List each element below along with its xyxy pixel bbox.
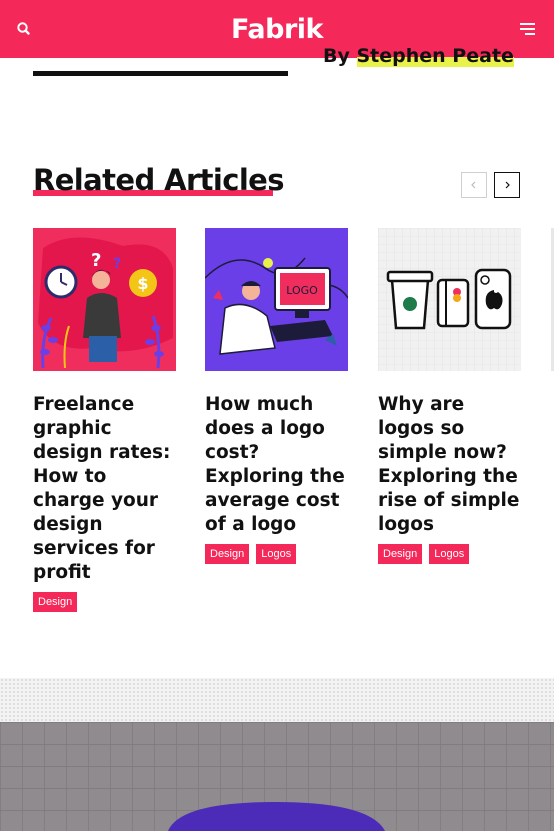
tag-list: Design Logos [378, 544, 521, 564]
tag-design[interactable]: Design [33, 592, 78, 612]
byline-prefix: By [323, 45, 350, 67]
search-button[interactable] [14, 19, 34, 39]
carousel-prev-button[interactable] [461, 172, 487, 198]
site-logo[interactable]: Fabrik [231, 14, 323, 45]
article-title-link[interactable]: Why are logos so simple now? Exploring t… [378, 393, 521, 537]
pattern-divider [0, 678, 554, 722]
chevron-right-icon [505, 181, 510, 189]
tag-design[interactable]: Design [205, 544, 250, 564]
search-icon [17, 22, 30, 35]
menu-button[interactable] [518, 19, 538, 39]
carousel-next-button[interactable] [494, 172, 520, 198]
logo-designer-illustration[interactable]: LOGO [205, 228, 348, 371]
article-title-link[interactable]: How much does a logo cost? Exploring the… [205, 393, 348, 537]
tag-logos[interactable]: Logos [256, 544, 297, 564]
svg-text:$: $ [137, 274, 148, 293]
tag-logos[interactable]: Logos [429, 544, 470, 564]
author-divider [33, 71, 288, 76]
hero-illustration [0, 722, 554, 831]
author-byline: By Stephen Peate [323, 45, 514, 67]
freelancer-illustration[interactable]: $ ? ? [33, 228, 176, 371]
author-name-link[interactable]: Stephen Peate [356, 45, 514, 67]
svg-text:?: ? [91, 250, 101, 271]
article-card: Why are logos so simple now? Exploring t… [378, 228, 521, 564]
section-title: Related Articles [33, 163, 285, 197]
tag-design[interactable]: Design [378, 544, 423, 564]
featured-hero-image [0, 722, 554, 831]
tag-list: Design [33, 592, 176, 612]
article-title-link[interactable]: Freelance graphic design rates: How to c… [33, 393, 176, 585]
simple-logos-illustration[interactable] [378, 228, 521, 371]
svg-text:LOGO: LOGO [286, 284, 318, 297]
article-card: $ ? ? Freelance graphic design rates: Ho… [33, 228, 176, 612]
related-articles-header: Related Articles [33, 163, 285, 197]
tag-list: Design Logos [205, 544, 348, 564]
hamburger-menu-icon [520, 23, 535, 35]
chevron-left-icon [471, 181, 476, 189]
svg-text:?: ? [113, 256, 121, 272]
article-card: LOGO How much does a logo cost? Explorin… [205, 228, 348, 564]
